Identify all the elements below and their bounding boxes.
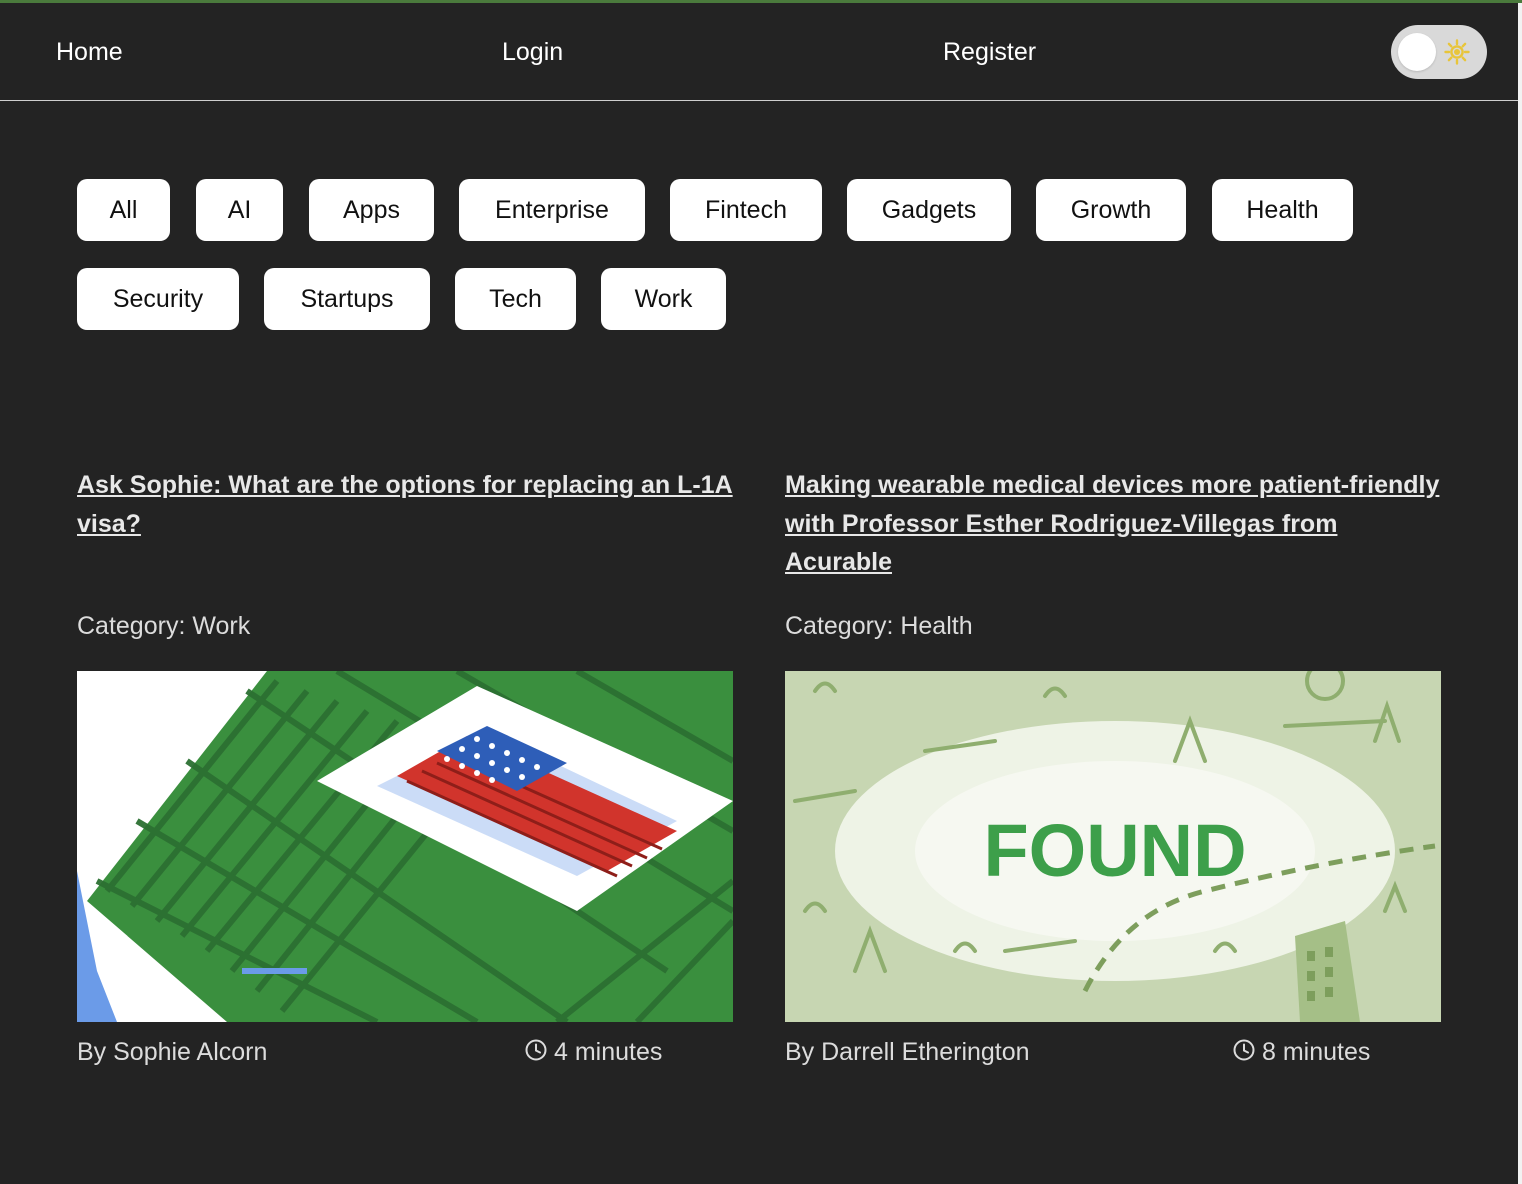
article-read-time: 4 minutes (524, 1035, 662, 1069)
found-logo-illustration: FOUND (785, 671, 1441, 1022)
category-chip-apps[interactable]: Apps (309, 179, 434, 241)
clock-icon (525, 1039, 547, 1061)
category-chip-security[interactable]: Security (77, 268, 239, 330)
category-chip-fintech[interactable]: Fintech (670, 179, 822, 241)
category-chip-work[interactable]: Work (601, 268, 726, 330)
category-chip-all[interactable]: All (77, 179, 170, 241)
window-edge (1518, 3, 1522, 1184)
app-frame: Home Login Register All AI Apps Enterpri… (0, 0, 1522, 1184)
category-label: Category: (785, 612, 894, 640)
category-chip-growth[interactable]: Growth (1036, 179, 1186, 241)
category-chip-gadgets[interactable]: Gadgets (847, 179, 1011, 241)
theme-toggle[interactable] (1391, 25, 1487, 79)
category-value: Work (192, 612, 251, 640)
category-label: Category: (77, 612, 186, 640)
article-thumbnail-found[interactable]: FOUND (785, 671, 1441, 1022)
article-card: Making wearable medical devices more pat… (785, 466, 1441, 1066)
nav-login-link[interactable]: Login (502, 36, 563, 68)
clock-icon (1233, 1039, 1255, 1061)
article-card: Ask Sophie: What are the options for rep… (77, 466, 733, 1066)
article-author: By Sophie Alcorn (77, 1038, 268, 1066)
top-navbar: Home Login Register (0, 3, 1518, 101)
article-read-time: 8 minutes (1232, 1035, 1370, 1069)
nav-register-link[interactable]: Register (943, 36, 1036, 68)
article-category: Category: Health (785, 609, 973, 643)
category-chip-enterprise[interactable]: Enterprise (459, 179, 645, 241)
sun-icon (1444, 39, 1470, 65)
read-time-value: 8 minutes (1262, 1038, 1371, 1066)
article-category: Category: Work (77, 609, 250, 643)
article-thumbnail-maze[interactable] (77, 671, 733, 1022)
article-author: By Darrell Etherington (785, 1038, 1030, 1066)
category-chip-health[interactable]: Health (1212, 179, 1353, 241)
read-time-value: 4 minutes (554, 1038, 663, 1066)
found-logo-text: FOUND (983, 809, 1246, 892)
category-chip-tech[interactable]: Tech (455, 268, 576, 330)
nav-home-link[interactable]: Home (56, 36, 123, 68)
article-title-link[interactable]: Ask Sophie: What are the options for rep… (77, 466, 733, 596)
category-chip-startups[interactable]: Startups (264, 268, 430, 330)
category-chip-ai[interactable]: AI (196, 179, 283, 241)
article-title-link[interactable]: Making wearable medical devices more pat… (785, 466, 1441, 596)
toggle-knob (1398, 33, 1436, 71)
category-value: Health (900, 612, 973, 640)
maze-flag-illustration (77, 671, 733, 1022)
